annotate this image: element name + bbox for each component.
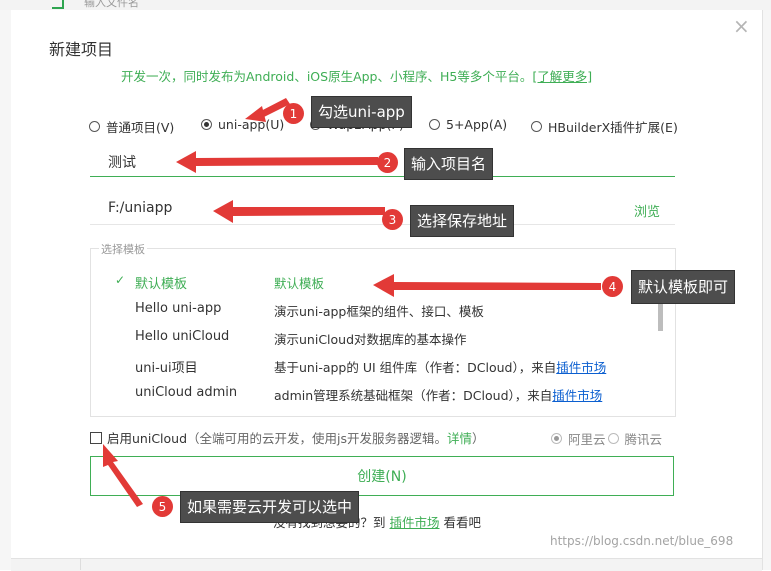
plugin-market-link[interactable]: 插件市场 bbox=[552, 388, 602, 403]
project-type-normal[interactable]: 普通项目(V) bbox=[89, 117, 174, 136]
background-status-bar bbox=[11, 558, 762, 571]
annotation-badge-4: 4 bbox=[602, 276, 623, 297]
subtitle-text: 开发一次，同时发布为Android、iOS原生App、小程序、H5等多个平台。 bbox=[121, 69, 533, 84]
project-type-5plusapp[interactable]: 5+App(A) bbox=[429, 117, 507, 132]
dialog-title: 新建项目 bbox=[49, 40, 114, 59]
radio-selected-icon[interactable] bbox=[551, 433, 562, 444]
project-type-label: 5+App(A) bbox=[446, 117, 508, 132]
annotation-badge-2: 2 bbox=[377, 152, 398, 173]
unicloud-checkbox[interactable] bbox=[90, 431, 102, 444]
annotation-badge-5: 5 bbox=[152, 496, 173, 517]
annotation-callout-1: 勾选uni-app bbox=[311, 96, 412, 128]
template-name: uniCloud admin bbox=[135, 385, 238, 400]
template-desc: 默认模板 bbox=[274, 276, 325, 291]
template-desc: admin管理系统基础框架（作者：DCloud），来自插件市场 bbox=[274, 385, 602, 404]
cloud-provider-group: 阿里云 腾讯云 bbox=[551, 429, 662, 448]
provider-aliyun: 阿里云 bbox=[568, 432, 606, 447]
template-name: Hello uniCloud bbox=[135, 329, 230, 344]
annotation-callout-4: 默认模板即可 bbox=[631, 270, 736, 304]
project-path-value[interactable]: F:/uniapp bbox=[108, 200, 172, 216]
template-desc-text: admin管理系统基础框架（作者：DCloud），来自 bbox=[274, 388, 553, 403]
check-icon: ✓ bbox=[115, 273, 126, 287]
template-row-hello-unicloud[interactable]: Hello uniCloud 演示uniCloud对数据库的基本操作 bbox=[91, 325, 651, 351]
template-row-unicloud-admin[interactable]: uniCloud admin admin管理系统基础框架（作者：DCloud），… bbox=[91, 381, 651, 407]
watermark: https://blog.csdn.net/blue_698 bbox=[550, 534, 734, 548]
template-row-uni-ui[interactable]: uni-ui项目 基于uni-app的 UI 组件库（作者：DCloud），来自… bbox=[91, 353, 651, 379]
template-legend: 选择模板 bbox=[99, 241, 147, 257]
template-name: Hello uni-app bbox=[135, 301, 222, 316]
close-icon[interactable]: × bbox=[733, 16, 750, 36]
background-divider bbox=[80, 557, 81, 570]
project-name-value[interactable]: 测试 bbox=[108, 152, 136, 172]
template-desc: 演示uni-app框架的组件、接口、模板 bbox=[274, 304, 484, 319]
background-tab-text: 输入文件名 bbox=[84, 0, 139, 9]
file-icon bbox=[52, 0, 64, 9]
template-desc: 基于uni-app的 UI 组件库（作者：DCloud），来自插件市场 bbox=[274, 357, 606, 376]
unicloud-desc: （全端可用的云开发，使用js开发服务器逻辑。 bbox=[187, 431, 448, 446]
footer-plugin-market-link[interactable]: 插件市场 bbox=[390, 515, 440, 530]
background-right-edge bbox=[762, 10, 771, 570]
radio-icon[interactable] bbox=[531, 121, 542, 132]
radio-selected-icon[interactable] bbox=[201, 119, 212, 130]
unicloud-close-paren: ） bbox=[472, 431, 485, 446]
annotation-callout-5: 如果需要云开发可以选中 bbox=[180, 491, 360, 523]
create-button[interactable]: 创建(N) bbox=[90, 456, 674, 496]
plugin-market-link[interactable]: 插件市场 bbox=[556, 360, 606, 375]
provider-tencent: 腾讯云 bbox=[624, 432, 663, 447]
annotation-callout-2: 输入项目名 bbox=[404, 148, 494, 180]
template-desc-text: 基于uni-app的 UI 组件库（作者：DCloud），来自 bbox=[274, 360, 557, 375]
radio-icon[interactable] bbox=[429, 119, 440, 130]
template-desc: 演示uniCloud对数据库的基本操作 bbox=[274, 332, 467, 347]
dialog-subtitle: 开发一次，同时发布为Android、iOS原生App、小程序、H5等多个平台。[… bbox=[121, 66, 592, 85]
template-name: 默认模板 bbox=[135, 277, 188, 292]
footer-suffix: 看看吧 bbox=[443, 515, 482, 530]
radio-icon[interactable] bbox=[607, 433, 619, 444]
radio-icon[interactable] bbox=[89, 121, 100, 132]
project-type-label: 普通项目(V) bbox=[106, 120, 175, 135]
template-row-default[interactable]: ✓ 默认模板 默认模板 bbox=[91, 269, 651, 295]
learn-more-link[interactable]: [了解更多] bbox=[532, 69, 592, 84]
annotation-badge-1: 1 bbox=[283, 103, 304, 124]
annotation-badge-3: 3 bbox=[382, 209, 403, 230]
project-type-plugin[interactable]: HBuilderX插件扩展(E) bbox=[531, 117, 678, 136]
template-row-hello-uniapp[interactable]: Hello uni-app 演示uni-app框架的组件、接口、模板 bbox=[91, 297, 651, 323]
project-type-label: uni-app(U) bbox=[218, 117, 285, 132]
annotation-callout-3: 选择保存地址 bbox=[410, 205, 515, 237]
template-list: 选择模板 ✓ 默认模板 默认模板 Hello uni-app 演示uni-app… bbox=[90, 241, 676, 417]
unicloud-option: 启用uniCloud （全端可用的云开发，使用js开发服务器逻辑。 详情 ） bbox=[90, 428, 485, 447]
unicloud-details-link[interactable]: 详情 bbox=[447, 428, 472, 447]
project-type-uniapp[interactable]: uni-app(U) bbox=[201, 117, 284, 132]
browse-button[interactable]: 浏览 bbox=[634, 201, 660, 220]
project-type-label: HBuilderX插件扩展(E) bbox=[548, 120, 678, 135]
template-name: uni-ui项目 bbox=[135, 361, 198, 376]
unicloud-label: 启用uniCloud bbox=[107, 431, 188, 446]
